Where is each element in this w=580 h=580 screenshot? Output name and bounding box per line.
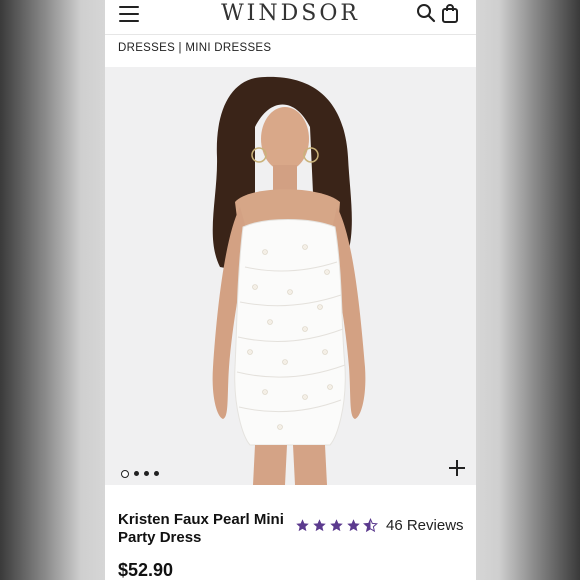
product-photo <box>212 76 366 485</box>
shopping-bag-icon[interactable] <box>441 3 459 23</box>
product-price: $52.90 <box>118 560 174 580</box>
star-icon <box>347 518 360 531</box>
star-icon <box>330 518 343 531</box>
reviews-link[interactable]: 46 Reviews <box>386 517 464 534</box>
half-star-icon <box>363 517 378 532</box>
product-image-gallery[interactable] <box>105 67 476 485</box>
rating-stars <box>295 517 380 533</box>
product-name: Kristen Faux Pearl Mini Party Dress <box>118 511 284 546</box>
product-rating[interactable]: 46 Reviews <box>295 516 464 534</box>
breadcrumb[interactable]: DRESSES | MINI DRESSES <box>118 42 271 54</box>
gallery-dot[interactable] <box>121 469 129 478</box>
star-icon <box>296 518 309 531</box>
plus-icon[interactable] <box>449 460 465 476</box>
site-header: WINDSOR <box>105 0 476 35</box>
product-page: WINDSOR DRESSES | MINI DRESSES Kristen F… <box>105 0 476 580</box>
search-icon[interactable] <box>416 3 436 23</box>
star-icon <box>313 518 326 531</box>
gallery-pagination[interactable] <box>121 465 164 478</box>
